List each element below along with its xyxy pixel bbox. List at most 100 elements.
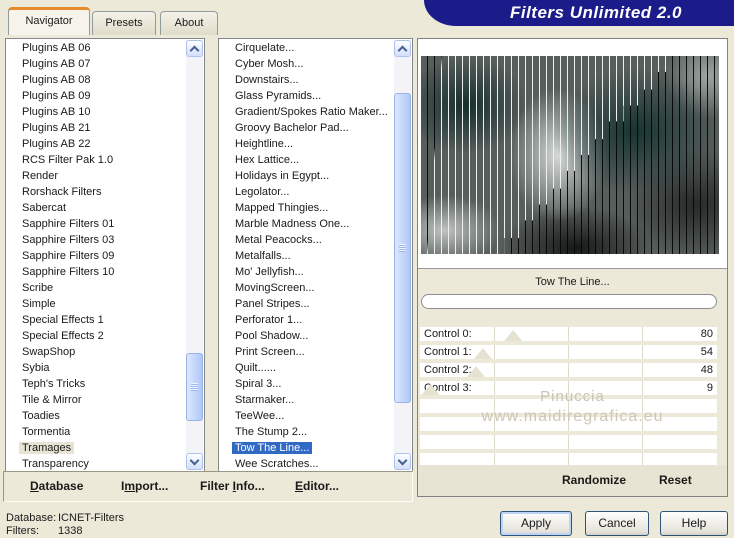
list-item[interactable]: Groovy Bachelor Pad...: [219, 120, 395, 136]
list-item[interactable]: Rorshack Filters: [6, 184, 187, 200]
list-item[interactable]: Cyber Mosh...: [219, 56, 395, 72]
menu-button[interactable]: Editor...: [295, 479, 339, 493]
list-item[interactable]: Tow The Line...: [219, 440, 395, 456]
menu-button[interactable]: Filter Info...: [200, 479, 265, 493]
tab-presets[interactable]: Presets: [92, 11, 156, 35]
preview-area: [418, 39, 727, 269]
list-item[interactable]: Print Screen...: [219, 344, 395, 360]
list-item-label: Transparency: [22, 458, 89, 470]
filter-scrollbar[interactable]: [394, 40, 411, 470]
list-item[interactable]: Panel Stripes...: [219, 296, 395, 312]
list-item[interactable]: Holidays in Egypt...: [219, 168, 395, 184]
slider-row[interactable]: Control 1: 54: [420, 345, 717, 359]
list-item[interactable]: Sapphire Filters 10: [6, 264, 187, 280]
list-item-label: Print Screen...: [235, 346, 305, 358]
list-item[interactable]: Plugins AB 08: [6, 72, 187, 88]
list-item[interactable]: Quilt......: [219, 360, 395, 376]
list-item[interactable]: Transparency: [6, 456, 187, 471]
randomize-button[interactable]: Randomize: [562, 473, 626, 487]
list-item[interactable]: Tile & Mirror: [6, 392, 187, 408]
list-item[interactable]: Heightline...: [219, 136, 395, 152]
list-item[interactable]: Plugins AB 10: [6, 104, 187, 120]
panel-button-bar: Randomize Reset: [418, 465, 727, 496]
list-item[interactable]: Metal Peacocks...: [219, 232, 395, 248]
list-item[interactable]: Sabercat: [6, 200, 187, 216]
tab-navigator[interactable]: Navigator: [8, 7, 90, 35]
list-item[interactable]: Perforator 1...: [219, 312, 395, 328]
control-label: Control 2:: [424, 364, 472, 376]
list-item[interactable]: Teph's Tricks: [6, 376, 187, 392]
list-item-label: Perforator 1...: [235, 314, 303, 326]
list-item[interactable]: Scribe: [6, 280, 187, 296]
list-item[interactable]: Special Effects 2: [6, 328, 187, 344]
list-item[interactable]: Legolator...: [219, 184, 395, 200]
list-item[interactable]: Simple: [6, 296, 187, 312]
menu-button[interactable]: Database: [30, 479, 83, 493]
app-title: Filters Unlimited 2.0: [509, 3, 683, 22]
list-item[interactable]: Plugins AB 22: [6, 136, 187, 152]
chevron-down-icon: [189, 455, 200, 466]
list-item[interactable]: Sybia: [6, 360, 187, 376]
scroll-up-button[interactable]: [186, 40, 203, 57]
list-item[interactable]: Metalfalls...: [219, 248, 395, 264]
slider-row[interactable]: [420, 435, 717, 449]
list-item[interactable]: SwapShop: [6, 344, 187, 360]
list-item[interactable]: Mo' Jellyfish...: [219, 264, 395, 280]
list-item[interactable]: TeeWee...: [219, 408, 395, 424]
list-item[interactable]: RCS Filter Pak 1.0: [6, 152, 187, 168]
filter-listbox: Cirquelate... Cyber Mosh... Downstairs..…: [218, 38, 413, 472]
list-item[interactable]: MovingScreen...: [219, 280, 395, 296]
scrollbar-thumb[interactable]: [394, 93, 411, 403]
list-item[interactable]: Plugins AB 06: [6, 40, 187, 56]
list-item[interactable]: Glass Pyramids...: [219, 88, 395, 104]
list-item[interactable]: The Stump 2...: [219, 424, 395, 440]
help-button[interactable]: Help: [660, 511, 728, 536]
selected-filter-label: Tow The Line...: [535, 276, 610, 288]
slider-row[interactable]: Control 0: 80: [420, 327, 717, 341]
list-item[interactable]: Plugins AB 07: [6, 56, 187, 72]
tab-about[interactable]: About: [160, 11, 218, 35]
list-item[interactable]: Gradient/Spokes Ratio Maker...: [219, 104, 395, 120]
reset-button[interactable]: Reset: [659, 473, 692, 487]
slider-thumb[interactable]: [504, 330, 523, 341]
apply-button[interactable]: Apply: [500, 511, 572, 536]
menu-button[interactable]: Import...: [121, 479, 168, 493]
category-scrollbar[interactable]: [186, 40, 203, 470]
list-item[interactable]: Cirquelate...: [219, 40, 395, 56]
scrollbar-thumb[interactable]: [186, 353, 203, 421]
slider-row[interactable]: Control 2: 48: [420, 363, 717, 377]
list-item[interactable]: Mapped Thingies...: [219, 200, 395, 216]
menu-bar: Database Import... Filter Info... Editor...: [3, 471, 413, 502]
list-item-label: Tile & Mirror: [22, 394, 82, 406]
list-item[interactable]: Tramages: [6, 440, 187, 456]
preview-image[interactable]: [421, 56, 719, 254]
list-item[interactable]: Sapphire Filters 01: [6, 216, 187, 232]
tab-label: Presets: [105, 17, 143, 29]
list-item-label: Sybia: [22, 362, 50, 374]
list-item[interactable]: Render: [6, 168, 187, 184]
list-item[interactable]: Tormentia: [6, 424, 187, 440]
list-item[interactable]: Downstairs...: [219, 72, 395, 88]
list-item[interactable]: Plugins AB 21: [6, 120, 187, 136]
list-item[interactable]: Special Effects 1: [6, 312, 187, 328]
scroll-down-button[interactable]: [186, 453, 203, 470]
preview-panel: Tow The Line... Control 0: 80 Control 1:…: [417, 38, 728, 497]
category-list: Plugins AB 06 Plugins AB 07 Plugins AB 0…: [6, 40, 187, 471]
slider-thumb[interactable]: [473, 348, 492, 359]
tab-label: About: [174, 17, 204, 29]
list-item[interactable]: Sapphire Filters 09: [6, 248, 187, 264]
list-item[interactable]: Hex Lattice...: [219, 152, 395, 168]
cancel-button[interactable]: Cancel: [585, 511, 649, 536]
list-item[interactable]: Sapphire Filters 03: [6, 232, 187, 248]
list-item[interactable]: Marble Madness One...: [219, 216, 395, 232]
list-item[interactable]: Pool Shadow...: [219, 328, 395, 344]
list-item[interactable]: Toadies: [6, 408, 187, 424]
scroll-down-button[interactable]: [394, 453, 411, 470]
list-item[interactable]: Starmaker...: [219, 392, 395, 408]
list-item[interactable]: Spiral 3...: [219, 376, 395, 392]
list-item[interactable]: Plugins AB 09: [6, 88, 187, 104]
list-item-label: Sapphire Filters 09: [22, 250, 115, 262]
list-item[interactable]: Wee Scratches...: [219, 456, 395, 471]
scroll-up-button[interactable]: [394, 40, 411, 57]
list-item-label: Render: [22, 170, 59, 182]
